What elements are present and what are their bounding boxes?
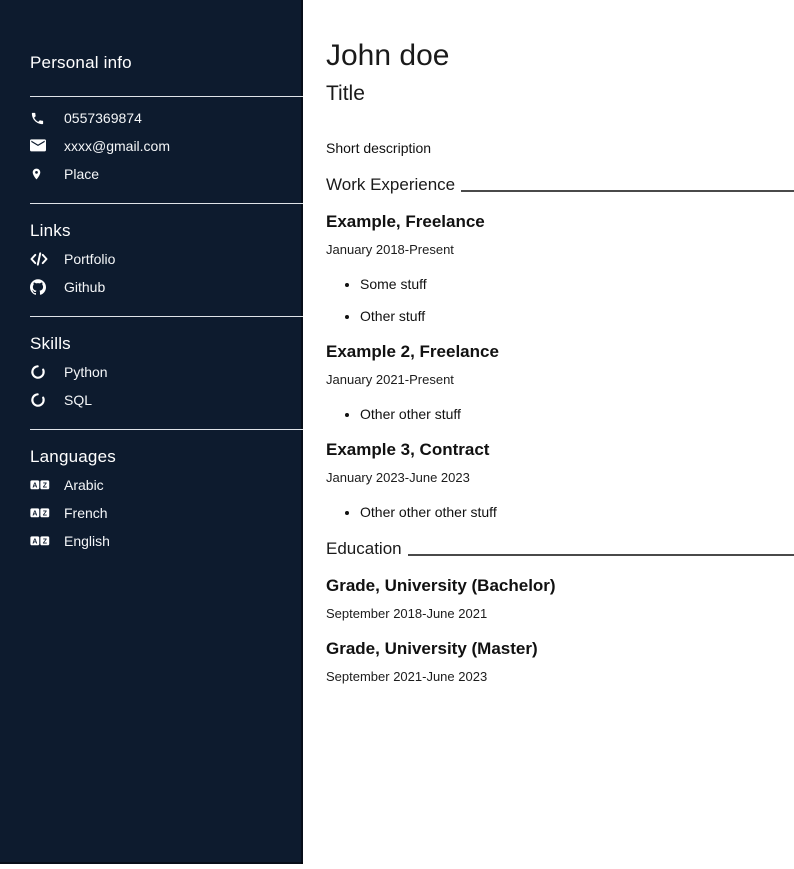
contact-email-row[interactable]: xxxx@gmail.com: [30, 135, 303, 157]
section-title: Work Experience: [326, 174, 455, 195]
entry-role: Example 3, Contract: [326, 439, 794, 460]
entry-bullet-list: Other other other stuff: [326, 504, 794, 521]
github-icon: [30, 279, 50, 296]
language-label: Arabic: [64, 477, 104, 494]
location-pin-icon: [30, 166, 50, 183]
section-rule: [408, 554, 794, 556]
languages-heading: Languages: [30, 446, 303, 468]
entry-period: January 2021-Present: [326, 372, 794, 388]
short-description: Short description: [326, 140, 794, 157]
divider: [30, 429, 303, 430]
divider: [30, 316, 303, 317]
divider: [30, 203, 303, 204]
skill-label: Python: [64, 364, 108, 381]
education-heading: Education: [326, 538, 794, 559]
entry-degree: Grade, University (Master): [326, 638, 794, 659]
entry-bullet-list: Some stuff Other stuff: [326, 276, 794, 325]
entry-bullet-list: Other other stuff: [326, 406, 794, 423]
entry-role: Example 2, Freelance: [326, 341, 794, 362]
name-heading: John doe: [326, 38, 794, 74]
experience-entry: Example 3, Contract January 2023-June 20…: [326, 439, 794, 521]
skill-row: Python: [30, 361, 303, 383]
entry-period: September 2021-June 2023: [326, 669, 794, 685]
sidebar: Personal info 0557369874 xxxx@gmail.com …: [0, 0, 303, 864]
svg-text:A: A: [32, 482, 37, 489]
resume-content: John doe Title Short description Work Ex…: [303, 0, 794, 869]
email-icon: [30, 138, 50, 155]
translate-icon: AZ: [30, 505, 50, 522]
bullet-item: Other other other stuff: [360, 504, 794, 521]
entry-role: Example, Freelance: [326, 211, 794, 232]
entry-degree: Grade, University (Bachelor): [326, 575, 794, 596]
bullet-item: Other other stuff: [360, 406, 794, 423]
education-entry: Grade, University (Master) September 202…: [326, 638, 794, 685]
entry-period: January 2018-Present: [326, 242, 794, 258]
svg-text:A: A: [32, 510, 37, 517]
phone-number: 0557369874: [64, 110, 142, 127]
experience-entry: Example 2, Freelance January 2021-Presen…: [326, 341, 794, 423]
link-portfolio[interactable]: Portfolio: [30, 248, 303, 270]
email-address: xxxx@gmail.com: [64, 138, 170, 155]
bullet-item: Other stuff: [360, 308, 794, 325]
experience-entry: Example, Freelance January 2018-Present …: [326, 211, 794, 325]
svg-text:A: A: [32, 538, 37, 545]
entry-period: January 2023-June 2023: [326, 470, 794, 486]
section-title: Education: [326, 538, 402, 559]
resume-page: Personal info 0557369874 xxxx@gmail.com …: [0, 0, 794, 869]
personal-info-heading: Personal info: [30, 52, 303, 74]
place-label: Place: [64, 166, 99, 183]
skills-heading: Skills: [30, 333, 303, 355]
phone-icon: [30, 110, 50, 127]
contact-phone-row: 0557369874: [30, 107, 303, 129]
translate-icon: AZ: [30, 477, 50, 494]
education-entry: Grade, University (Bachelor) September 2…: [326, 575, 794, 622]
language-row: AZ French: [30, 502, 303, 524]
links-heading: Links: [30, 220, 303, 242]
contact-place-row: Place: [30, 163, 303, 185]
divider: [30, 96, 303, 97]
circle-notch-icon: [30, 364, 50, 381]
language-row: AZ Arabic: [30, 474, 303, 496]
code-icon: [30, 251, 50, 268]
language-label: French: [64, 505, 108, 522]
portfolio-link-label: Portfolio: [64, 251, 115, 268]
skill-row: SQL: [30, 389, 303, 411]
github-link-label: Github: [64, 279, 105, 296]
translate-icon: AZ: [30, 533, 50, 550]
work-experience-heading: Work Experience: [326, 174, 794, 195]
circle-notch-icon: [30, 392, 50, 409]
language-row: AZ English: [30, 530, 303, 552]
link-github[interactable]: Github: [30, 276, 303, 298]
skill-label: SQL: [64, 392, 92, 409]
entry-period: September 2018-June 2021: [326, 606, 794, 622]
job-title: Title: [326, 81, 794, 106]
bullet-item: Some stuff: [360, 276, 794, 293]
section-rule: [461, 190, 794, 192]
language-label: English: [64, 533, 110, 550]
